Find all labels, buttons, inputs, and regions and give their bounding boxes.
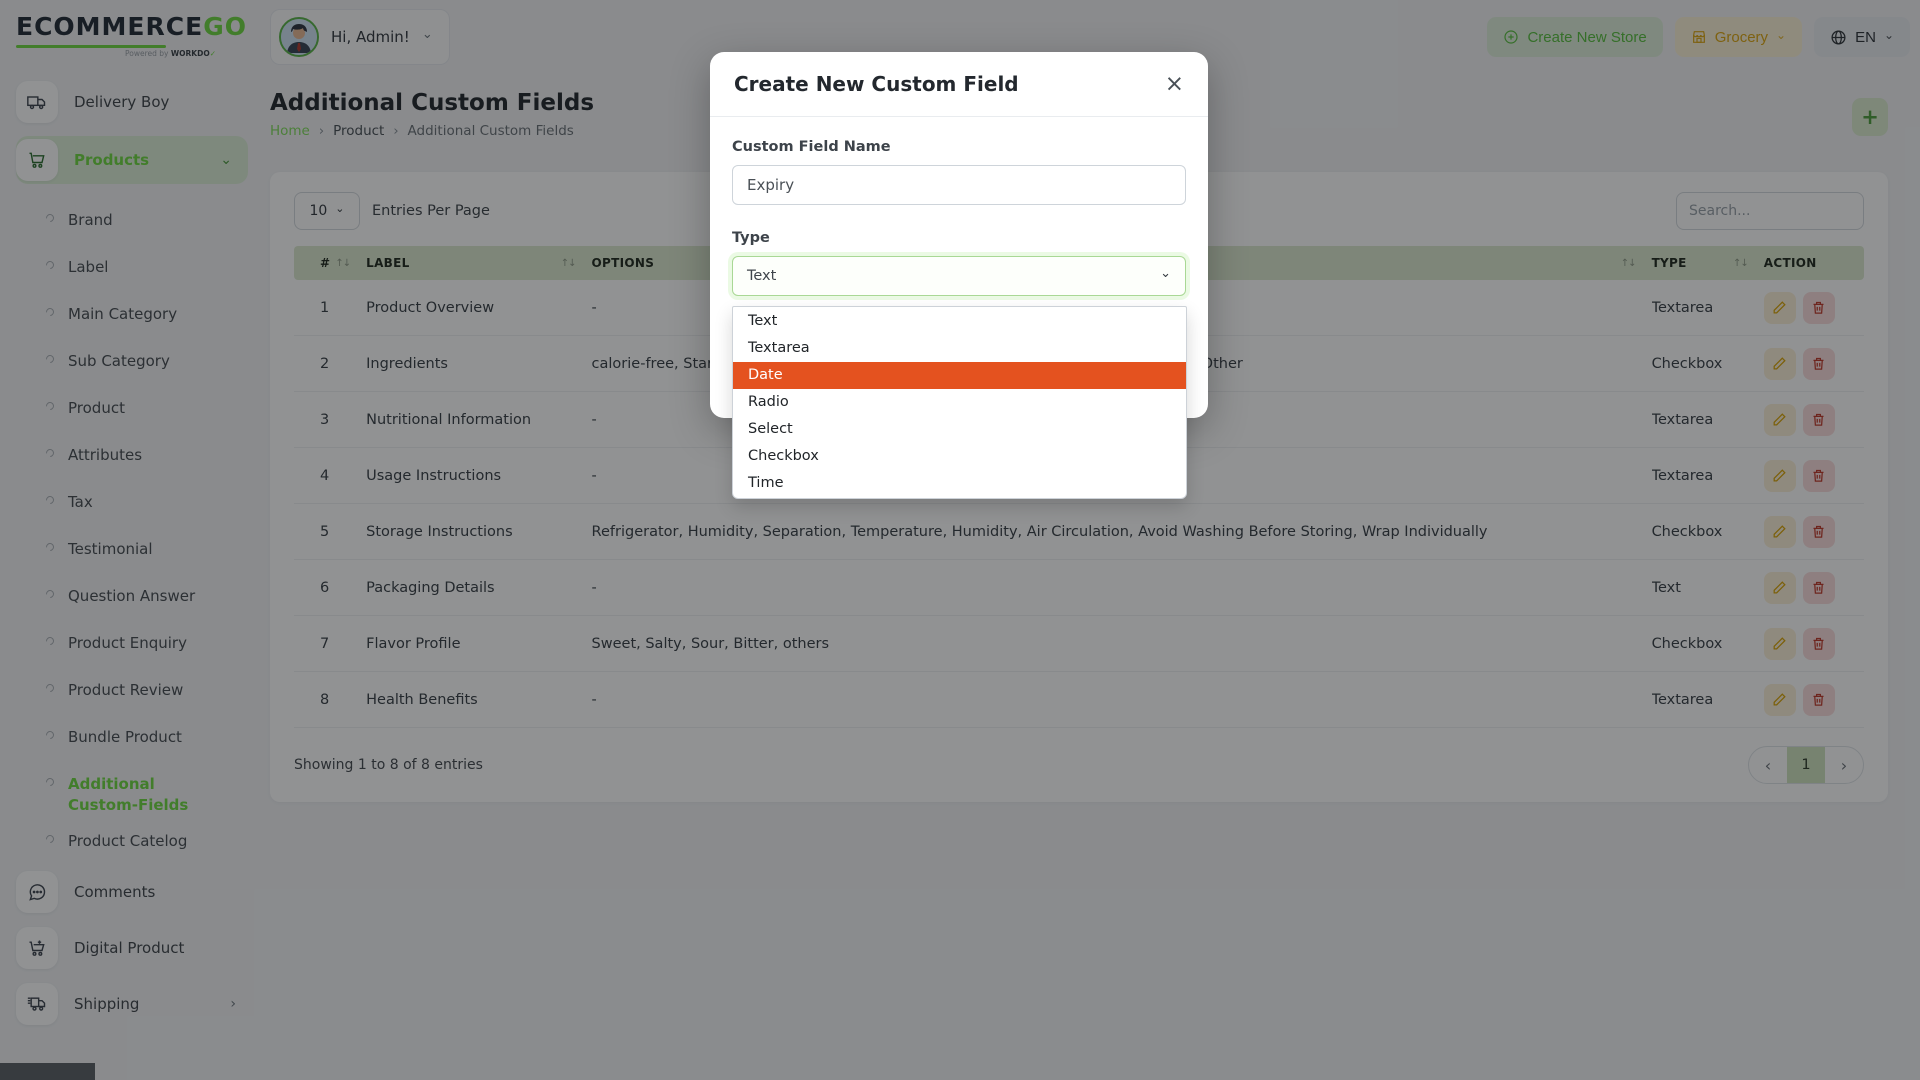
modal-body: Custom Field Name Type Text ⌄ (710, 117, 1208, 318)
modal-header: Create New Custom Field × (710, 52, 1208, 117)
type-option-textarea[interactable]: Textarea (733, 335, 1186, 362)
custom-field-name-label: Custom Field Name (732, 139, 1186, 155)
custom-field-name-input[interactable] (732, 165, 1186, 205)
type-select[interactable]: Text ⌄ (732, 256, 1186, 296)
type-option-checkbox[interactable]: Checkbox (733, 443, 1186, 470)
chevron-down-icon: ⌄ (1160, 266, 1171, 281)
type-option-select[interactable]: Select (733, 416, 1186, 443)
type-option-radio[interactable]: Radio (733, 389, 1186, 416)
type-option-time[interactable]: Time (733, 470, 1186, 497)
type-label: Type (732, 230, 1186, 246)
type-option-date[interactable]: Date (733, 362, 1186, 389)
type-select-dropdown: Text Textarea Date Radio Select Checkbox… (732, 306, 1187, 499)
modal-title: Create New Custom Field (734, 72, 1019, 96)
close-icon[interactable]: × (1165, 73, 1184, 96)
type-option-text[interactable]: Text (733, 308, 1186, 335)
